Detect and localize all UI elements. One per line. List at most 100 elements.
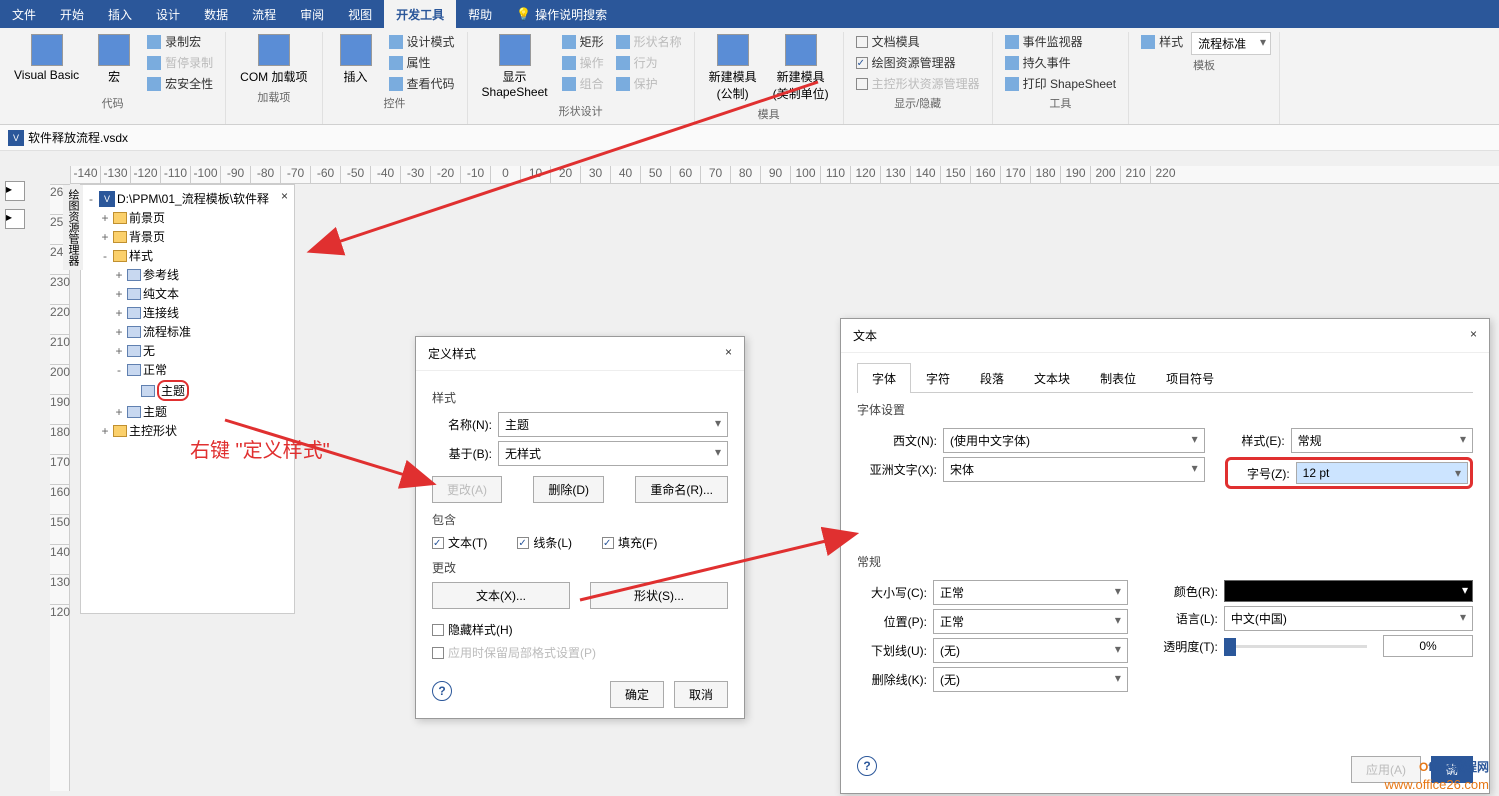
tab-help[interactable]: 帮助 [456, 0, 504, 28]
doc-stencil-checkbox[interactable]: 文档模具 [852, 32, 984, 51]
tree-node[interactable]: 主题 [85, 379, 290, 402]
print-shapesheet-button[interactable]: 打印 ShapeSheet [1001, 74, 1120, 93]
tree-node[interactable]: +无 [85, 341, 290, 360]
color-picker[interactable] [1224, 580, 1473, 602]
slider-thumb[interactable] [1224, 638, 1236, 656]
tree-node[interactable]: +背景页 [85, 227, 290, 246]
tell-me-search[interactable]: 💡操作说明搜索 [504, 0, 619, 28]
tab-bullets[interactable]: 项目符号 [1151, 363, 1229, 393]
tree-node[interactable]: +前景页 [85, 208, 290, 227]
tab-font[interactable]: 字体 [857, 363, 911, 393]
text-checkbox[interactable]: 文本(T) [432, 534, 487, 551]
close-icon[interactable]: × [281, 189, 288, 203]
stencil-icon [717, 34, 749, 66]
tab-view[interactable]: 视图 [336, 0, 384, 28]
tab-review[interactable]: 审阅 [288, 0, 336, 28]
tree-node[interactable]: +流程标准 [85, 322, 290, 341]
page-tool-button[interactable]: ▸ [5, 209, 25, 229]
transparency-slider[interactable] [1224, 645, 1367, 648]
record-macro-button[interactable]: 录制宏 [143, 32, 217, 51]
tree-root[interactable]: -VD:\PPM\01_流程模板\软件释 [85, 189, 290, 208]
language-combo[interactable]: 中文(中国) [1224, 606, 1473, 631]
tab-data[interactable]: 数据 [192, 0, 240, 28]
properties-button[interactable]: 属性 [385, 53, 459, 72]
position-combo[interactable]: 正常 [933, 609, 1128, 634]
size-combo[interactable]: 12 pt [1296, 462, 1468, 484]
tree-node[interactable]: -样式 [85, 246, 290, 265]
help-icon[interactable]: ? [432, 681, 452, 701]
tab-file[interactable]: 文件 [0, 0, 48, 28]
insert-control-button[interactable]: 插入 [331, 32, 381, 87]
delete-button[interactable]: 删除(D) [533, 476, 604, 503]
rename-button[interactable]: 重命名(R)... [635, 476, 728, 503]
tab-developer[interactable]: 开发工具 [384, 0, 456, 28]
macro-security-button[interactable]: 宏安全性 [143, 74, 217, 93]
ops-button: 操作 [558, 53, 608, 72]
view-code-button[interactable]: 查看代码 [385, 74, 459, 93]
close-icon[interactable]: × [1470, 327, 1477, 344]
event-monitor-button[interactable]: 事件监视器 [1001, 32, 1120, 51]
doc-icon: V [99, 191, 115, 207]
base-label: 基于(B): [432, 445, 492, 462]
general-label: 常规 [857, 553, 1473, 570]
hide-style-checkbox[interactable]: 隐藏样式(H) [432, 621, 728, 638]
tab-design[interactable]: 设计 [144, 0, 192, 28]
style-icon [127, 326, 141, 338]
name-label: 名称(N): [432, 416, 492, 433]
checkbox-icon [432, 624, 444, 636]
ribbon: Visual Basic 宏 录制宏 暂停录制 宏安全性 代码 COM 加载项 … [0, 28, 1499, 125]
file-bar: V 软件释放流程.vsdx [0, 125, 1499, 151]
tree-node[interactable]: +参考线 [85, 265, 290, 284]
text-button[interactable]: 文本(X)... [432, 582, 570, 609]
asian-combo[interactable]: 宋体 [943, 457, 1205, 482]
ok-button[interactable]: 确定 [610, 681, 664, 708]
sheet-icon [499, 34, 531, 66]
tree-node[interactable]: +连接线 [85, 303, 290, 322]
cancel-button[interactable]: 取消 [674, 681, 728, 708]
tab-paragraph[interactable]: 段落 [965, 363, 1019, 393]
tab-home[interactable]: 开始 [48, 0, 96, 28]
fill-checkbox[interactable]: 填充(F) [602, 534, 657, 551]
tree-node[interactable]: +纯文本 [85, 284, 290, 303]
western-combo[interactable]: (使用中文字体) [943, 428, 1205, 453]
tab-tabs[interactable]: 制表位 [1085, 363, 1151, 393]
line-checkbox[interactable]: 线条(L) [517, 534, 572, 551]
checkbox-icon [432, 647, 444, 659]
base-combo[interactable]: 无样式 [498, 441, 728, 466]
resource-manager-checkbox[interactable]: 绘图资源管理器 [852, 53, 984, 72]
new-stencil-us[interactable]: 新建模具(美制单位) [767, 32, 835, 104]
underline-combo[interactable]: (无) [933, 638, 1128, 663]
style-combo[interactable]: 常规 [1291, 428, 1473, 453]
tree: -VD:\PPM\01_流程模板\软件释 +前景页+背景页-样式+参考线+纯文本… [81, 185, 294, 613]
com-addins-button[interactable]: COM 加载项 [234, 32, 313, 87]
strike-combo[interactable]: (无) [933, 667, 1128, 692]
tree-node[interactable]: +主题 [85, 402, 290, 421]
name-combo[interactable]: 主题 [498, 412, 728, 437]
transparency-value[interactable]: 0% [1383, 635, 1473, 657]
help-icon[interactable]: ? [857, 756, 877, 776]
close-icon[interactable]: × [725, 345, 732, 362]
expand-shapes-button[interactable]: ▸ [5, 181, 25, 201]
panel-title: 绘图资源管理器 [63, 185, 83, 270]
tab-textblock[interactable]: 文本块 [1019, 363, 1085, 393]
tab-char[interactable]: 字符 [911, 363, 965, 393]
case-combo[interactable]: 正常 [933, 580, 1128, 605]
pause-icon [147, 56, 161, 70]
visual-basic-button[interactable]: Visual Basic [8, 32, 85, 84]
vertical-ruler: 2602502402302202102001901801701601501401… [50, 184, 70, 791]
tab-process[interactable]: 流程 [240, 0, 288, 28]
tree-node[interactable]: -正常 [85, 360, 290, 379]
shape-button[interactable]: 形状(S)... [590, 582, 728, 609]
watermark: Office教程网 www.office26.com [1384, 754, 1489, 792]
tab-insert[interactable]: 插入 [96, 0, 144, 28]
new-stencil-metric[interactable]: 新建模具(公制) [703, 32, 763, 104]
horizontal-ruler: -140-130-120-110-100-90-80-70-60-50-40-3… [70, 166, 1499, 184]
style-dropdown[interactable]: 流程标准 [1191, 32, 1271, 55]
rect-tool[interactable]: 矩形 [558, 32, 608, 51]
style-icon [127, 269, 141, 281]
text-dialog: 文本× 字体 字符 段落 文本块 制表位 项目符号 字体设置 西文(N):(使用… [840, 318, 1490, 794]
persist-events-button[interactable]: 持久事件 [1001, 53, 1120, 72]
design-mode-button[interactable]: 设计模式 [385, 32, 459, 51]
show-shapesheet-button[interactable]: 显示ShapeSheet [476, 32, 554, 101]
macro-button[interactable]: 宏 [89, 32, 139, 87]
